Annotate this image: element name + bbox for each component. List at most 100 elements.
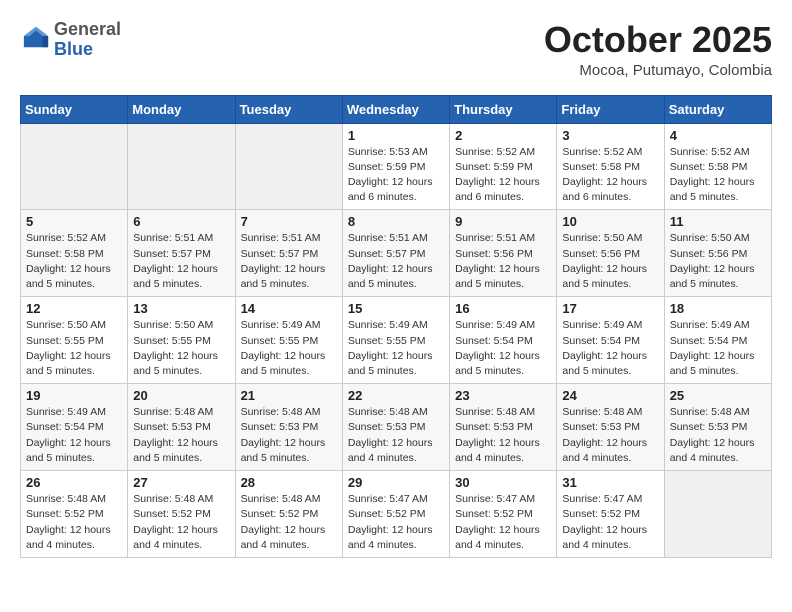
day-number: 21 [241,388,337,403]
day-number: 6 [133,214,229,229]
weekday-header: Thursday [450,95,557,123]
calendar-day-cell [235,123,342,210]
day-number: 19 [26,388,122,403]
day-number: 10 [562,214,658,229]
day-info: Sunrise: 5:52 AM Sunset: 5:58 PM Dayligh… [562,145,658,206]
calendar-day-cell: 24 Sunrise: 5:48 AM Sunset: 5:53 PM Dayli… [557,384,664,471]
calendar-week-row: 19Sunrise: 5:49 AM Sunset: 5:54 PM Dayli… [21,384,772,471]
day-number: 23 [455,388,551,403]
weekday-header: Tuesday [235,95,342,123]
day-number: 12 [26,301,122,316]
calendar-day-cell: 8 Sunrise: 5:51 AM Sunset: 5:57 PM Daylig… [342,210,449,297]
day-number: 24 [562,388,658,403]
calendar-table: SundayMondayTuesdayWednesdayThursdayFrid… [20,95,772,558]
day-info: Sunrise: 5:48 AM Sunset: 5:53 PM Dayligh… [562,405,658,466]
calendar-day-cell: 17 Sunrise: 5:49 AM Sunset: 5:54 PM Dayli… [557,297,664,384]
day-number: 11 [670,214,766,229]
logo-general-text: General [54,19,121,39]
day-number: 14 [241,301,337,316]
calendar-day-cell: 28 Sunrise: 5:48 AM Sunset: 5:52 PM Dayli… [235,471,342,558]
calendar-day-cell: 5 Sunrise: 5:52 AM Sunset: 5:58 PM Daylig… [21,210,128,297]
day-number: 15 [348,301,444,316]
day-info: Sunrise: 5:47 AM Sunset: 5:52 PM Dayligh… [348,492,444,553]
day-number: 7 [241,214,337,229]
day-info: Sunrise: 5:52 AM Sunset: 5:59 PM Dayligh… [455,145,551,206]
day-info: Sunrise: 5:50 AM Sunset: 5:56 PM Dayligh… [670,231,766,292]
day-number: 13 [133,301,229,316]
calendar-day-cell: 18Sunrise: 5:49 AM Sunset: 5:54 PM Dayli… [664,297,771,384]
calendar-day-cell: 13 Sunrise: 5:50 AM Sunset: 5:55 PM Dayli… [128,297,235,384]
day-info: Sunrise: 5:52 AM Sunset: 5:58 PM Dayligh… [670,145,766,206]
day-info: Sunrise: 5:49 AM Sunset: 5:54 PM Dayligh… [670,318,766,379]
day-number: 20 [133,388,229,403]
weekday-header: Sunday [21,95,128,123]
calendar-day-cell: 22Sunrise: 5:48 AM Sunset: 5:53 PM Dayli… [342,384,449,471]
calendar-day-cell: 14 Sunrise: 5:49 AM Sunset: 5:55 PM Dayli… [235,297,342,384]
day-number: 17 [562,301,658,316]
day-info: Sunrise: 5:50 AM Sunset: 5:55 PM Dayligh… [133,318,229,379]
calendar-week-row: 26 Sunrise: 5:48 AM Sunset: 5:52 PM Dayli… [21,471,772,558]
calendar-day-cell: 12Sunrise: 5:50 AM Sunset: 5:55 PM Dayli… [21,297,128,384]
day-info: Sunrise: 5:48 AM Sunset: 5:53 PM Dayligh… [670,405,766,466]
day-info: Sunrise: 5:49 AM Sunset: 5:55 PM Dayligh… [348,318,444,379]
calendar-day-cell: 30 Sunrise: 5:47 AM Sunset: 5:52 PM Dayli… [450,471,557,558]
day-number: 9 [455,214,551,229]
logo-blue-text: Blue [54,39,93,59]
day-number: 5 [26,214,122,229]
day-number: 8 [348,214,444,229]
day-info: Sunrise: 5:48 AM Sunset: 5:52 PM Dayligh… [133,492,229,553]
day-number: 29 [348,475,444,490]
day-info: Sunrise: 5:51 AM Sunset: 5:57 PM Dayligh… [133,231,229,292]
day-number: 25 [670,388,766,403]
day-info: Sunrise: 5:47 AM Sunset: 5:52 PM Dayligh… [562,492,658,553]
calendar-header-row: SundayMondayTuesdayWednesdayThursdayFrid… [21,95,772,123]
day-info: Sunrise: 5:50 AM Sunset: 5:56 PM Dayligh… [562,231,658,292]
day-info: Sunrise: 5:51 AM Sunset: 5:57 PM Dayligh… [241,231,337,292]
day-number: 26 [26,475,122,490]
calendar-day-cell: 19Sunrise: 5:49 AM Sunset: 5:54 PM Dayli… [21,384,128,471]
day-info: Sunrise: 5:49 AM Sunset: 5:54 PM Dayligh… [455,318,551,379]
calendar-day-cell: 26 Sunrise: 5:48 AM Sunset: 5:52 PM Dayli… [21,471,128,558]
day-info: Sunrise: 5:51 AM Sunset: 5:57 PM Dayligh… [348,231,444,292]
day-info: Sunrise: 5:49 AM Sunset: 5:55 PM Dayligh… [241,318,337,379]
calendar-day-cell: 4 Sunrise: 5:52 AM Sunset: 5:58 PM Daylig… [664,123,771,210]
weekday-header: Friday [557,95,664,123]
day-number: 27 [133,475,229,490]
day-number: 16 [455,301,551,316]
location: Mocoa, Putumayo, Colombia [544,62,772,79]
weekday-header: Wednesday [342,95,449,123]
calendar-day-cell [128,123,235,210]
calendar-day-cell: 10 Sunrise: 5:50 AM Sunset: 5:56 PM Dayli… [557,210,664,297]
calendar-week-row: 12 Sunrise: 5:50 AM Sunset: 5:55 PM Dayli… [21,297,772,384]
calendar-day-cell: 31Sunrise: 5:47 AM Sunset: 5:52 PM Dayli… [557,471,664,558]
day-info: Sunrise: 5:48 AM Sunset: 5:52 PM Dayligh… [26,492,122,553]
day-number: 28 [241,475,337,490]
calendar-day-cell: 6 Sunrise: 5:51 AM Sunset: 5:57 PM Daylig… [128,210,235,297]
calendar-day-cell: 23Sunrise: 5:48 AM Sunset: 5:53 PM Dayli… [450,384,557,471]
day-info: Sunrise: 5:49 AM Sunset: 5:54 PM Dayligh… [562,318,658,379]
logo: General Blue [20,20,121,60]
calendar-day-cell: 20 Sunrise: 5:48 AM Sunset: 5:53 PM Dayli… [128,384,235,471]
day-info: Sunrise: 5:52 AM Sunset: 5:58 PM Dayligh… [26,231,122,292]
calendar-day-cell: 7 Sunrise: 5:51 AM Sunset: 5:57 PM Daylig… [235,210,342,297]
day-number: 22 [348,388,444,403]
day-info: Sunrise: 5:48 AM Sunset: 5:52 PM Dayligh… [241,492,337,553]
calendar-week-row: 1Sunrise: 5:53 AM Sunset: 5:59 PM Daylig… [21,123,772,210]
day-number: 4 [670,128,766,143]
calendar-day-cell: 25 Sunrise: 5:48 AM Sunset: 5:53 PM Dayli… [664,384,771,471]
calendar-week-row: 5 Sunrise: 5:52 AM Sunset: 5:58 PM Daylig… [21,210,772,297]
day-info: Sunrise: 5:48 AM Sunset: 5:53 PM Dayligh… [133,405,229,466]
day-number: 2 [455,128,551,143]
calendar-day-cell [21,123,128,210]
calendar-day-cell: 29 Sunrise: 5:47 AM Sunset: 5:52 PM Dayli… [342,471,449,558]
day-info: Sunrise: 5:48 AM Sunset: 5:53 PM Dayligh… [241,405,337,466]
day-info: Sunrise: 5:47 AM Sunset: 5:52 PM Dayligh… [455,492,551,553]
day-info: Sunrise: 5:51 AM Sunset: 5:56 PM Dayligh… [455,231,551,292]
calendar-day-cell: 16 Sunrise: 5:49 AM Sunset: 5:54 PM Dayli… [450,297,557,384]
day-info: Sunrise: 5:53 AM Sunset: 5:59 PM Dayligh… [348,145,444,206]
page-header: General Blue October 2025 Mocoa, Putumay… [20,20,772,79]
day-number: 30 [455,475,551,490]
calendar-day-cell: 9 Sunrise: 5:51 AM Sunset: 5:56 PM Daylig… [450,210,557,297]
logo-icon [22,23,50,51]
weekday-header: Monday [128,95,235,123]
